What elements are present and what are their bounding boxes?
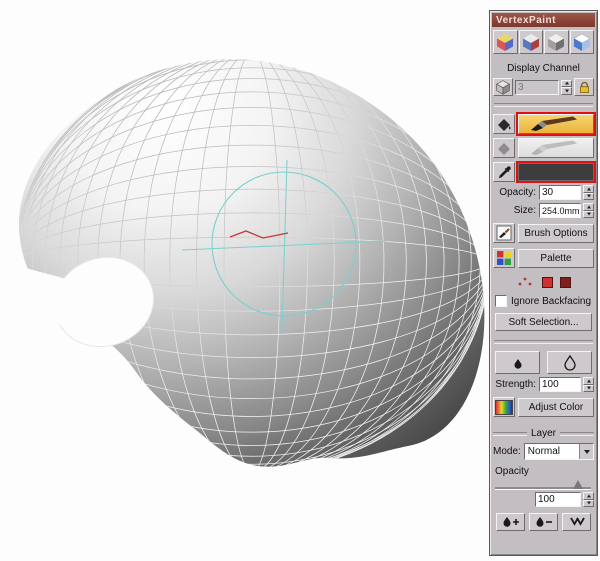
condense-layers-button[interactable] bbox=[562, 513, 591, 531]
brush-options-icon bbox=[496, 225, 512, 241]
divider bbox=[494, 340, 593, 344]
gray-cube-icon bbox=[548, 34, 565, 51]
layer-opacity-label: Opacity bbox=[495, 466, 529, 477]
shaded-cube-icon bbox=[522, 34, 539, 51]
palette-icon-button[interactable] bbox=[493, 248, 515, 268]
display-channel-row: 3 bbox=[493, 78, 594, 96]
layer-opacity-value-row: 100 bbox=[493, 492, 594, 507]
erase-button[interactable] bbox=[518, 138, 594, 158]
lock-channel-button[interactable] bbox=[574, 78, 594, 96]
layer-buttons-row bbox=[493, 513, 594, 531]
chevron-down-icon bbox=[583, 449, 590, 454]
adjust-color-label: Adjust Color bbox=[528, 401, 584, 413]
blur-row bbox=[493, 351, 594, 374]
paint-button[interactable] bbox=[516, 112, 596, 136]
ignore-backfacing-checkbox[interactable] bbox=[495, 295, 507, 307]
channel-cube-icon bbox=[495, 80, 511, 95]
display-unshaded-button[interactable] bbox=[544, 30, 569, 54]
paint-bucket-icon bbox=[498, 119, 511, 131]
strength-field[interactable]: 100 bbox=[539, 377, 581, 392]
adjust-color-icon-button[interactable] bbox=[493, 397, 515, 417]
vertexpaint-panel: VertexPaint Display Channel 3 Opacity: 3… bbox=[489, 10, 598, 556]
mode-label: Mode: bbox=[493, 446, 521, 457]
paint-color-swatch[interactable] bbox=[516, 161, 596, 183]
vertex-dots-icon bbox=[517, 276, 535, 288]
channel-cube-button[interactable] bbox=[493, 78, 513, 96]
divider bbox=[494, 103, 593, 107]
size-spinner[interactable] bbox=[583, 203, 594, 218]
brush-options-button[interactable]: Brush Options bbox=[518, 223, 594, 243]
ignore-backfacing-label: Ignore Backfacing bbox=[511, 295, 592, 307]
strength-row: Strength: 100 bbox=[493, 377, 594, 392]
vertex-color-cube-icon bbox=[497, 34, 514, 51]
opacity-label: Opacity: bbox=[499, 187, 536, 198]
palette-button[interactable]: Palette bbox=[518, 248, 594, 268]
paint-all-button[interactable] bbox=[493, 114, 515, 134]
condense-layers-icon bbox=[569, 517, 585, 526]
layer-section-label: Layer bbox=[531, 428, 557, 439]
soft-selection-label: Soft Selection... bbox=[508, 316, 579, 328]
eyedropper-icon bbox=[498, 165, 511, 178]
panel-title: VertexPaint bbox=[496, 14, 556, 26]
paint-row bbox=[493, 112, 596, 136]
add-layer-button[interactable] bbox=[496, 513, 525, 531]
opacity-spinner[interactable] bbox=[583, 185, 594, 200]
layer-mode-dropdown[interactable]: Normal bbox=[523, 443, 594, 460]
opacity-field[interactable]: 30 bbox=[539, 185, 581, 200]
brush-options-label: Brush Options bbox=[524, 227, 588, 239]
layer-opacity-spinner[interactable] bbox=[583, 492, 594, 507]
add-layer-icon bbox=[503, 517, 519, 527]
delete-layer-button[interactable] bbox=[529, 513, 558, 531]
erase-row bbox=[493, 138, 594, 158]
palette-row: Palette bbox=[493, 248, 594, 268]
size-row: Size: 254.0mm bbox=[493, 203, 594, 218]
layer-mode-value: Normal bbox=[527, 446, 561, 457]
erase-brush-icon bbox=[531, 140, 577, 155]
adjust-color-button[interactable]: Adjust Color bbox=[518, 397, 594, 417]
channel-field[interactable]: 3 bbox=[515, 79, 559, 95]
adjust-color-row: Adjust Color bbox=[493, 397, 594, 417]
layer-opacity-field[interactable]: 100 bbox=[535, 492, 581, 507]
color-row bbox=[493, 161, 596, 183]
brush-options-row: Brush Options bbox=[493, 223, 594, 243]
delete-layer-icon bbox=[536, 517, 552, 527]
palette-icon bbox=[497, 251, 511, 265]
size-field[interactable]: 254.0mm bbox=[539, 203, 581, 218]
soft-selection-button[interactable]: Soft Selection... bbox=[495, 313, 592, 331]
slider-handle[interactable] bbox=[572, 480, 583, 489]
erase-all-button[interactable] bbox=[493, 138, 515, 158]
blur-brush-button[interactable] bbox=[495, 351, 540, 374]
small-drop-icon bbox=[514, 358, 521, 369]
panel-titlebar[interactable]: VertexPaint bbox=[492, 13, 595, 27]
ignore-backfacing-row[interactable]: Ignore Backfacing bbox=[493, 295, 594, 307]
size-label: Size: bbox=[513, 205, 536, 216]
lock-icon bbox=[579, 81, 589, 93]
display-vertex-color-button[interactable] bbox=[493, 30, 518, 54]
display-shaded-button[interactable] bbox=[518, 30, 543, 54]
strength-label: Strength: bbox=[495, 379, 536, 390]
paint-target-row bbox=[493, 276, 594, 288]
channel-spinner[interactable] bbox=[561, 79, 572, 95]
color-gradient-icon bbox=[495, 399, 513, 415]
palette-label: Palette bbox=[540, 252, 572, 264]
blur-all-button[interactable] bbox=[547, 351, 592, 374]
secondary-color-chip[interactable] bbox=[559, 276, 571, 288]
primary-color-chip[interactable] bbox=[541, 276, 553, 288]
layer-opacity-slider[interactable] bbox=[493, 480, 594, 491]
mode-row: Mode: Normal bbox=[493, 443, 594, 460]
large-drop-icon bbox=[563, 354, 576, 371]
dropdown-arrow-button[interactable] bbox=[579, 444, 593, 459]
display-channel-label: Display Channel bbox=[507, 63, 580, 74]
strength-spinner[interactable] bbox=[583, 377, 594, 392]
pick-color-button[interactable] bbox=[493, 162, 515, 182]
alpha-cube-icon bbox=[573, 33, 591, 51]
opacity-row: Opacity: 30 bbox=[493, 185, 594, 200]
layer-section-separator: Layer bbox=[493, 428, 595, 439]
paintbrush-icon bbox=[531, 116, 577, 131]
display-alpha-button[interactable] bbox=[569, 30, 594, 54]
erase-bucket-icon bbox=[498, 143, 510, 155]
brush-options-icon-button[interactable] bbox=[493, 223, 515, 243]
display-mode-buttons bbox=[493, 30, 594, 54]
